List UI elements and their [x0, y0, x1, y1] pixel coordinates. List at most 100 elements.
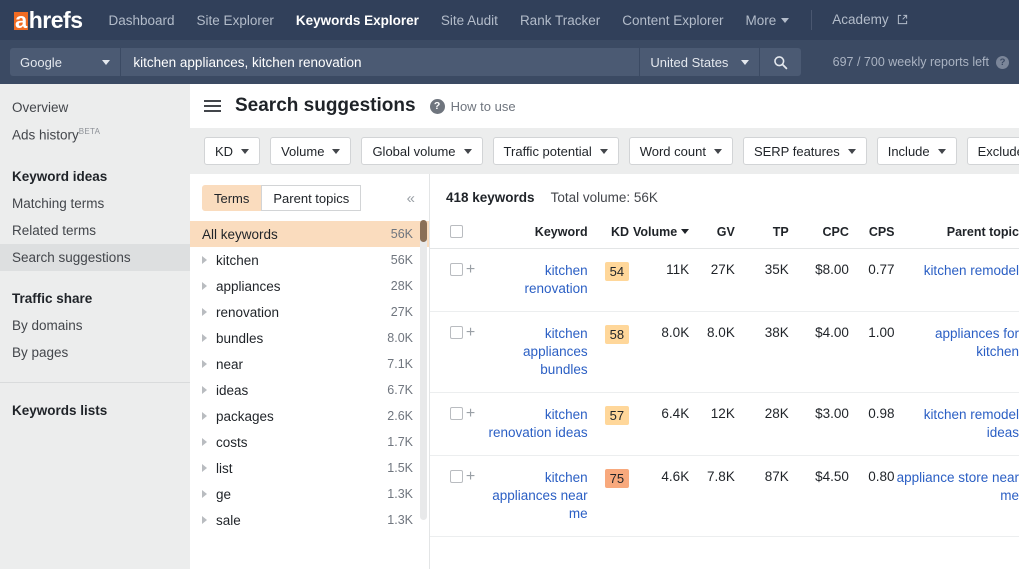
sidebar-item-ads-history[interactable]: Ads historyBETA	[0, 121, 190, 149]
chevron-right-icon[interactable]	[202, 412, 207, 420]
chevron-right-icon[interactable]	[202, 334, 207, 342]
row-gv-cell: 27K	[689, 248, 735, 312]
term-row-costs[interactable]: costs 1.7K	[190, 429, 429, 455]
keywords-input[interactable]	[120, 48, 640, 76]
search-engine-select[interactable]: Google	[10, 48, 121, 76]
chevron-right-icon[interactable]	[202, 360, 207, 368]
keyword-link[interactable]: kitchen appliances near me	[484, 469, 587, 523]
term-row-ge[interactable]: ge 1.3K	[190, 481, 429, 507]
filter-kd[interactable]: KD	[204, 137, 261, 165]
term-row-packages[interactable]: packages 2.6K	[190, 403, 429, 429]
column-header-cps[interactable]: CPS	[848, 219, 895, 249]
term-row-ideas[interactable]: ideas 6.7K	[190, 377, 429, 403]
sidebar-item-search-suggestions[interactable]: Search suggestions	[0, 243, 190, 271]
nav-academy-label: Academy	[832, 12, 889, 27]
term-row-kitchen[interactable]: kitchen 56K	[190, 247, 429, 273]
add-keyword-icon[interactable]: +	[463, 406, 475, 422]
terms-tab-group: Terms Parent topics «	[190, 174, 429, 221]
sidebar-item-matching-terms[interactable]: Matching terms	[0, 190, 190, 217]
column-header-parent-topic[interactable]: Parent topic	[894, 219, 1019, 249]
column-header-cpc[interactable]: CPC	[788, 219, 849, 249]
row-parent-topic-cell: appliance store near me	[894, 455, 1019, 537]
add-keyword-icon[interactable]: +	[463, 325, 475, 341]
tab-parent-topics[interactable]: Parent topics	[261, 185, 362, 211]
table-row[interactable]: + kitchen renovation ideas 57 6.4K 12K 2…	[430, 392, 1019, 456]
filter-volume[interactable]: Volume	[270, 137, 352, 165]
chevron-right-icon[interactable]	[202, 386, 207, 394]
table-row[interactable]: + kitchen appliances near me 75 4.6K 7.8…	[430, 455, 1019, 537]
table-row[interactable]: + kitchen renovation 54 11K 27K 35K $8.0…	[430, 248, 1019, 312]
nav-link-dashboard[interactable]: Dashboard	[109, 13, 175, 28]
chevron-right-icon[interactable]	[202, 256, 207, 264]
filter-exclude[interactable]: Exclude	[966, 137, 1019, 165]
ahrefs-logo[interactable]: a hrefs	[14, 7, 83, 34]
filter-word-count[interactable]: Word count	[628, 137, 733, 165]
column-header-tp[interactable]: TP	[734, 219, 789, 249]
term-row-near[interactable]: near 7.1K	[190, 351, 429, 377]
sidebar-heading-keywords-lists[interactable]: Keywords lists	[0, 397, 190, 424]
nav-link-academy[interactable]: Academy	[832, 12, 908, 28]
filter-traffic-potential[interactable]: Traffic potential	[492, 137, 619, 165]
terms-list: All keywords 56K kitchen 56K appliances …	[190, 221, 429, 569]
filter-word-count-label: Word count	[639, 143, 706, 159]
filter-global-volume[interactable]: Global volume	[361, 137, 483, 165]
sidebar-item-by-domains[interactable]: By domains	[0, 312, 190, 339]
row-cps-cell: 0.77	[848, 248, 895, 312]
term-row-bundles[interactable]: bundles 8.0K	[190, 325, 429, 351]
select-all-checkbox[interactable]	[450, 225, 464, 238]
search-button[interactable]	[759, 48, 801, 76]
chevron-right-icon[interactable]	[202, 464, 207, 472]
chevron-right-icon[interactable]	[202, 308, 207, 316]
menu-icon[interactable]	[204, 100, 221, 112]
sidebar-item-by-pages[interactable]: By pages	[0, 339, 190, 366]
chevron-right-icon[interactable]	[202, 516, 207, 524]
country-select[interactable]: United States	[639, 48, 760, 76]
row-checkbox[interactable]	[450, 470, 464, 483]
terms-scrollbar-thumb[interactable]	[420, 220, 427, 242]
row-checkbox[interactable]	[450, 407, 464, 420]
nav-link-site-explorer[interactable]: Site Explorer	[197, 13, 274, 28]
filter-serp-features[interactable]: SERP features	[742, 137, 867, 165]
nav-link-keywords-explorer[interactable]: Keywords Explorer	[296, 13, 419, 28]
row-tp-cell: 38K	[734, 311, 789, 393]
term-row-list[interactable]: list 1.5K	[190, 455, 429, 481]
sidebar-item-overview[interactable]: Overview	[0, 94, 190, 121]
page-header: Search suggestions ? How to use	[190, 84, 1019, 128]
term-row-all-keywords[interactable]: All keywords 56K	[190, 221, 429, 247]
table-row[interactable]: + kitchen appliances bundles 58 8.0K 8.0…	[430, 311, 1019, 393]
terms-scrollbar[interactable]	[420, 220, 427, 520]
sidebar-item-related-terms[interactable]: Related terms	[0, 217, 190, 244]
nav-link-content-explorer[interactable]: Content Explorer	[622, 13, 723, 28]
chevron-right-icon[interactable]	[202, 490, 207, 498]
nav-link-more[interactable]: More	[746, 13, 790, 28]
collapse-panel-icon[interactable]: «	[407, 190, 417, 207]
column-header-volume[interactable]: Volume	[629, 219, 690, 249]
row-checkbox[interactable]	[450, 263, 464, 276]
row-cpc-cell: $8.00	[788, 248, 849, 312]
chevron-right-icon[interactable]	[202, 282, 207, 290]
add-keyword-icon[interactable]: +	[463, 262, 475, 278]
column-header-kd[interactable]: KD	[587, 219, 630, 249]
parent-topic-link[interactable]: kitchen remodel ideas	[895, 406, 1019, 442]
nav-link-site-audit[interactable]: Site Audit	[441, 13, 498, 28]
nav-link-rank-tracker[interactable]: Rank Tracker	[520, 13, 600, 28]
parent-topic-link[interactable]: appliance store near me	[895, 469, 1019, 505]
chevron-right-icon[interactable]	[202, 438, 207, 446]
row-cpc-cell: $4.00	[788, 311, 849, 393]
row-checkbox[interactable]	[450, 326, 464, 339]
tab-terms[interactable]: Terms	[202, 185, 262, 211]
parent-topic-link[interactable]: kitchen remodel	[924, 262, 1019, 280]
add-keyword-icon[interactable]: +	[463, 469, 475, 485]
help-icon[interactable]: ?	[996, 55, 1009, 69]
keyword-link[interactable]: kitchen renovation ideas	[484, 406, 588, 442]
how-to-use-link[interactable]: ? How to use	[429, 98, 516, 114]
term-row-sale[interactable]: sale 1.3K	[190, 507, 429, 533]
term-row-appliances[interactable]: appliances 28K	[190, 273, 429, 299]
column-header-keyword[interactable]: Keyword	[463, 219, 588, 249]
parent-topic-link[interactable]: appliances for kitchen	[895, 325, 1019, 361]
keyword-link[interactable]: kitchen appliances bundles	[484, 325, 588, 379]
column-header-gv[interactable]: GV	[689, 219, 735, 249]
term-row-renovation[interactable]: renovation 27K	[190, 299, 429, 325]
filter-include[interactable]: Include	[876, 137, 957, 165]
keyword-link[interactable]: kitchen renovation	[484, 262, 588, 298]
